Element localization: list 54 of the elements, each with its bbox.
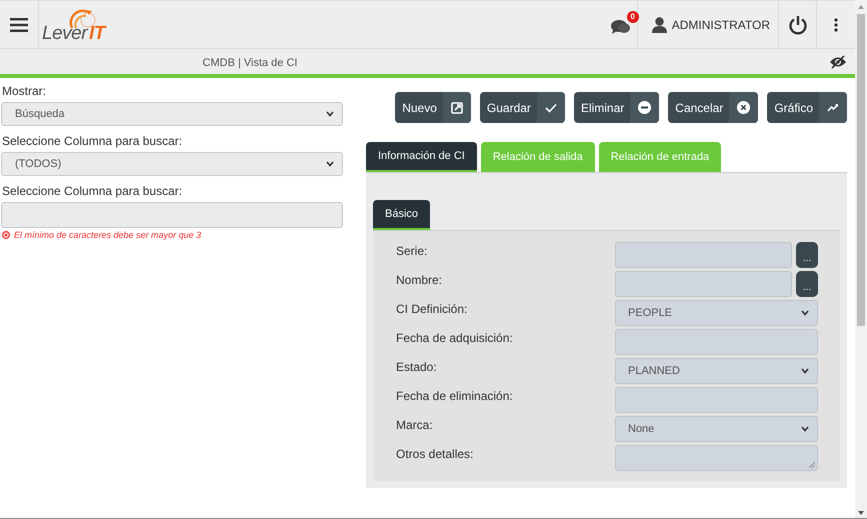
- chevron-down-icon: [801, 368, 809, 374]
- field-label: Seleccione Columna para buscar:: [2, 134, 184, 148]
- minus-circle-icon: [638, 101, 652, 114]
- input-field[interactable]: [615, 242, 792, 268]
- chat-icon[interactable]: [610, 18, 631, 34]
- check-icon: [544, 102, 557, 112]
- select-field[interactable]: PEOPLE: [615, 300, 818, 326]
- field-label: Marca:: [396, 417, 433, 432]
- field-label: Fecha de eliminación:: [396, 388, 513, 403]
- eye-off-icon[interactable]: [829, 54, 847, 68]
- action-button[interactable]: Nuevo: [395, 92, 471, 123]
- field-label: CI Definición:: [396, 301, 468, 316]
- select-field[interactable]: None: [615, 416, 818, 442]
- user-icon: [652, 16, 667, 32]
- input-field[interactable]: [615, 271, 792, 297]
- tab[interactable]: Información de CI: [366, 142, 477, 172]
- chevron-down-icon: [801, 310, 809, 316]
- notification-badge: 0: [626, 10, 639, 22]
- chevron-down-icon: [801, 426, 809, 432]
- error-icon: [2, 231, 10, 239]
- chevron-down-icon: [326, 161, 334, 167]
- field-label: Mostrar:: [2, 84, 48, 98]
- error-message: El mínimo de caracteres debe ser mayor que 3: [14, 230, 202, 240]
- external-link-icon: [450, 102, 463, 114]
- field-label: Seleccione Columna para buscar:: [2, 184, 184, 198]
- breadcrumb: CMDB | Vista de CI: [202, 56, 298, 68]
- action-button[interactable]: Gráfico: [767, 92, 847, 123]
- power-icon[interactable]: [788, 14, 808, 34]
- close-circle-icon: [737, 101, 750, 114]
- input-field[interactable]: [615, 387, 818, 413]
- menu-icon[interactable]: [10, 18, 28, 32]
- field-label: Serie:: [396, 243, 428, 258]
- search-field[interactable]: [1, 202, 343, 228]
- resize-grip-icon: [809, 462, 815, 468]
- field-label: Otros detalles:: [396, 446, 474, 461]
- action-button[interactable]: Cancelar: [668, 92, 758, 123]
- action-button[interactable]: Eliminar: [574, 92, 660, 123]
- field-label: Estado:: [396, 359, 437, 374]
- select-field[interactable]: Búsqueda: [1, 102, 343, 126]
- lookup-button[interactable]: ...: [796, 242, 818, 268]
- action-button[interactable]: Guardar: [480, 92, 565, 123]
- chevron-down-icon: [326, 111, 334, 117]
- user-name[interactable]: ADMINISTRATOR: [672, 18, 770, 32]
- select-field[interactable]: (TODOS): [1, 152, 343, 176]
- text-area[interactable]: [615, 445, 818, 471]
- select-field[interactable]: PLANNED: [615, 358, 818, 384]
- more-icon[interactable]: [834, 18, 838, 32]
- input-field[interactable]: [615, 329, 818, 355]
- trend-up-icon: [827, 103, 839, 112]
- tab[interactable]: Básico: [373, 200, 430, 230]
- field-label: Fecha de adquisición:: [396, 330, 513, 345]
- field-label: Nombre:: [396, 272, 442, 287]
- lookup-button[interactable]: ...: [796, 271, 818, 297]
- logo-text: LeverIT: [42, 23, 105, 45]
